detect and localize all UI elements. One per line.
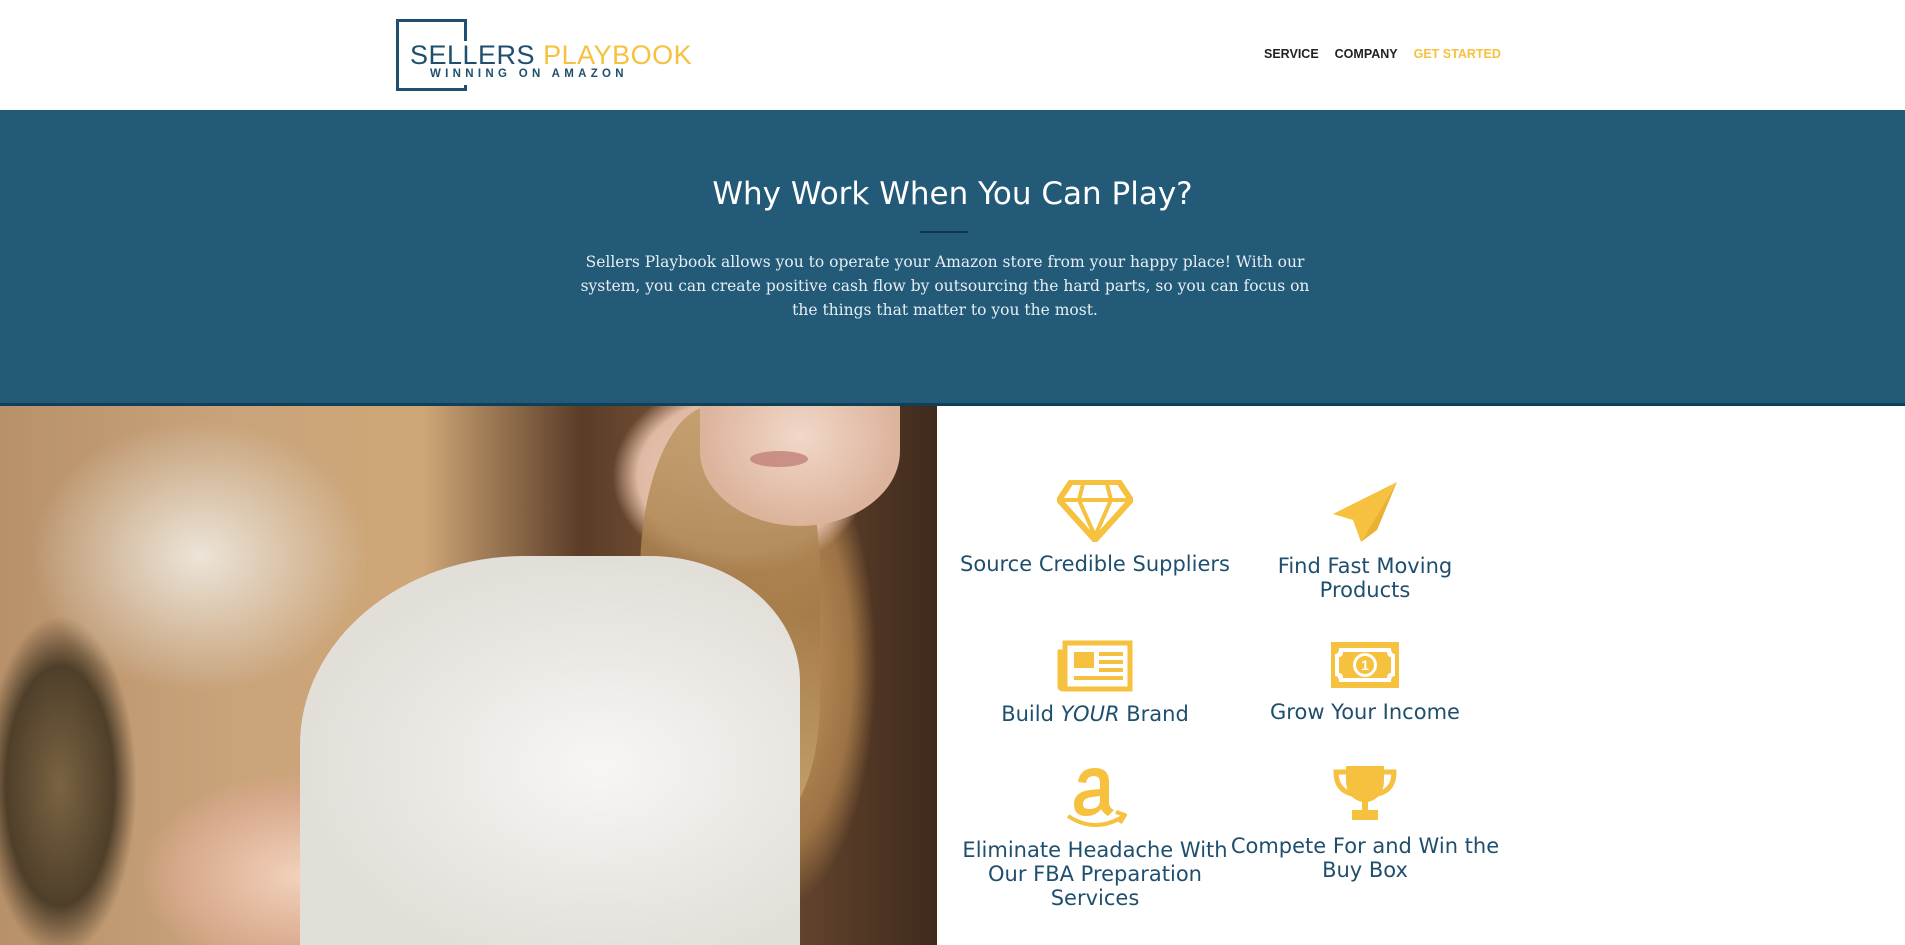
money-icon: 1: [1331, 642, 1399, 688]
feature-label-suffix: Brand: [1119, 702, 1189, 726]
logo-word-sellers: SELLERS: [410, 40, 536, 70]
nav-company-link[interactable]: COMPANY: [1335, 47, 1398, 61]
feature-label-emphasis: YOUR: [1060, 702, 1120, 726]
feature-label-prefix: Build: [1001, 702, 1061, 726]
feature-label: Source Credible Suppliers: [960, 552, 1230, 576]
feature-label: Find Fast Moving Products: [1277, 554, 1453, 602]
site-header: SELLERS PLAYBOOK WINNING ON AMAZON SERVI…: [0, 0, 1905, 110]
nav-get-started-link[interactable]: GET STARTED: [1414, 47, 1501, 61]
feature-label: Eliminate Headache With Our FBA Preparat…: [962, 838, 1228, 910]
svg-text:1: 1: [1361, 657, 1369, 673]
logo-word-playbook: PLAYBOOK: [543, 40, 693, 70]
hero-title: Why Work When You Can Play?: [712, 176, 1193, 212]
feature-build-brand: Build YOUR Brand: [960, 640, 1230, 726]
feature-buy-box: Compete For and Win the Buy Box: [1230, 762, 1500, 882]
trophy-icon: [1333, 766, 1397, 820]
hero-description: Sellers Playbook allows you to operate y…: [580, 253, 1310, 319]
hero-section: Why Work When You Can Play? Sellers Play…: [0, 110, 1905, 406]
feature-source-suppliers: Source Credible Suppliers: [960, 480, 1230, 576]
logo-tagline: WINNING ON AMAZON: [430, 68, 628, 80]
photo-lips-shape: [750, 451, 808, 467]
feature-label: Grow Your Income: [1270, 700, 1460, 724]
feature-fba-prep: Eliminate Headache With Our FBA Preparat…: [960, 762, 1230, 910]
photo-shirt-shape: [300, 556, 800, 945]
newspaper-icon: [1057, 640, 1133, 692]
woman-working-photo: [0, 406, 937, 945]
feature-label: Compete For and Win the Buy Box: [1230, 834, 1500, 882]
feature-label: Build YOUR Brand: [960, 702, 1230, 726]
diamond-icon: [1057, 480, 1133, 542]
amazon-icon: [1066, 768, 1127, 827]
sellers-playbook-logo[interactable]: SELLERS PLAYBOOK WINNING ON AMAZON: [396, 19, 708, 92]
hero-divider: [920, 231, 968, 233]
feature-fast-products: Find Fast Moving Products: [1230, 480, 1500, 602]
main-nav: SERVICE COMPANY GET STARTED: [1264, 47, 1501, 61]
paper-plane-icon: [1333, 482, 1397, 542]
feature-grow-income: 1 Grow Your Income: [1230, 640, 1500, 724]
nav-service-link[interactable]: SERVICE: [1264, 47, 1319, 61]
logo-wordmark: SELLERS PLAYBOOK: [410, 40, 692, 70]
